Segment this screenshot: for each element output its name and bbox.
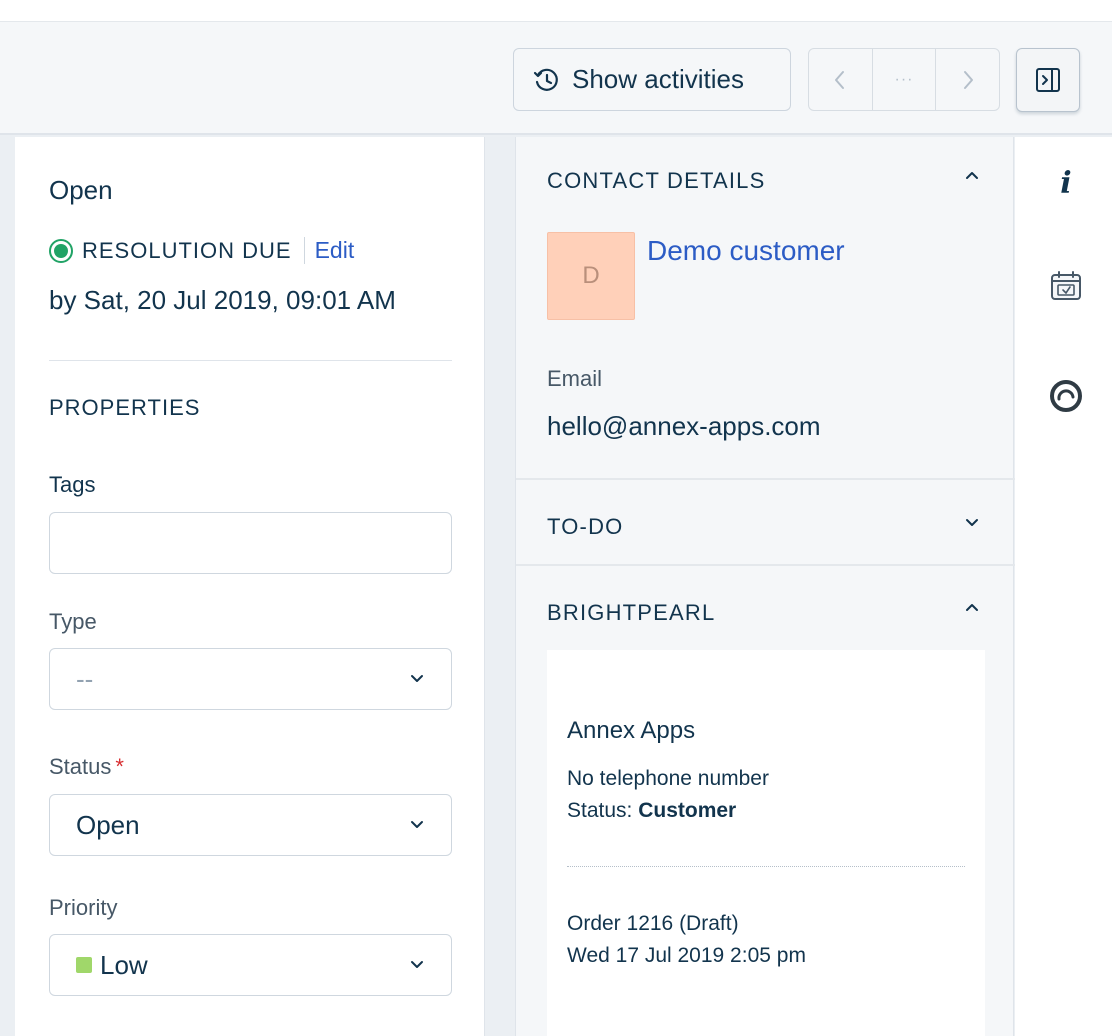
top-strip bbox=[0, 0, 1112, 22]
status-select[interactable]: Open bbox=[49, 794, 452, 856]
brightpearl-card: Annex Apps No telephone number Status: C… bbox=[547, 650, 985, 1036]
section-divider bbox=[516, 564, 1015, 566]
priority-value: Low bbox=[100, 949, 148, 980]
sidebar-collapse-icon bbox=[1036, 68, 1060, 92]
app-rail: i bbox=[1015, 137, 1112, 1036]
next-ticket-button[interactable] bbox=[936, 49, 999, 110]
contact-sidebar: CONTACT DETAILS D Demo customer Email he… bbox=[515, 137, 1015, 1036]
bp-status-label: Status: bbox=[567, 799, 639, 822]
brightpearl-icon[interactable] bbox=[1049, 379, 1083, 413]
bp-status-value: Customer bbox=[638, 799, 737, 822]
chevron-down-icon bbox=[411, 961, 423, 968]
bp-order-date: Wed 17 Jul 2019 2:05 pm bbox=[567, 944, 806, 967]
brightpearl-heading: BRIGHTPEARL bbox=[547, 600, 716, 625]
chevron-down-icon[interactable] bbox=[963, 513, 981, 531]
show-activities-label: Show activities bbox=[572, 64, 744, 94]
status-label-text: Status bbox=[49, 754, 112, 779]
contact-avatar: D bbox=[547, 232, 635, 320]
email-value: hello@annex-apps.com bbox=[547, 411, 821, 441]
more-tickets-button[interactable]: ··· bbox=[873, 49, 937, 110]
bp-company-name: Annex Apps bbox=[567, 717, 696, 744]
section-divider bbox=[516, 478, 1015, 480]
tags-input[interactable] bbox=[49, 512, 452, 574]
priority-label: Priority bbox=[49, 895, 118, 920]
dotted-divider bbox=[567, 866, 965, 867]
priority-color-swatch bbox=[76, 957, 92, 973]
resolution-status-icon bbox=[49, 238, 73, 263]
edit-due-link[interactable]: Edit bbox=[303, 237, 354, 264]
type-value: -- bbox=[76, 663, 94, 694]
type-label: Type bbox=[49, 609, 97, 634]
resolution-due-label: RESOLUTION DUE bbox=[82, 237, 292, 263]
chevron-right-icon bbox=[963, 70, 973, 89]
divider bbox=[49, 360, 452, 361]
toggle-sidebar-button[interactable] bbox=[1016, 48, 1080, 112]
info-icon[interactable]: i bbox=[1049, 166, 1083, 201]
chevron-up-icon[interactable] bbox=[963, 599, 981, 617]
chevron-up-icon[interactable] bbox=[963, 167, 981, 185]
activity-clock-icon bbox=[533, 68, 558, 91]
bp-status: Status: Customer bbox=[567, 799, 736, 823]
ticket-toolbar: Show activities ··· bbox=[0, 22, 1112, 135]
status-value: Open bbox=[76, 809, 140, 840]
priority-select[interactable]: Low bbox=[49, 934, 452, 996]
status-label: Status * bbox=[49, 754, 124, 780]
required-marker: * bbox=[115, 754, 124, 779]
ellipsis-icon: ··· bbox=[894, 70, 914, 88]
bp-phone: No telephone number bbox=[567, 767, 769, 790]
todo-heading[interactable]: TO-DO bbox=[547, 514, 623, 540]
chevron-left-icon bbox=[835, 70, 845, 89]
ticket-pager: ··· bbox=[808, 48, 1000, 111]
ticket-state-title: Open bbox=[49, 175, 113, 205]
ticket-properties-panel: Open RESOLUTION DUE Edit by Sat, 20 Jul … bbox=[15, 137, 485, 1036]
show-activities-button[interactable]: Show activities bbox=[513, 48, 791, 111]
tags-label: Tags bbox=[49, 472, 96, 497]
resolution-due-date: by Sat, 20 Jul 2019, 09:01 AM bbox=[49, 285, 396, 315]
chevron-down-icon bbox=[411, 821, 423, 828]
chevron-down-icon bbox=[411, 675, 423, 682]
email-label: Email bbox=[547, 366, 603, 391]
type-select[interactable]: -- bbox=[49, 648, 452, 710]
contact-name-link[interactable]: Demo customer bbox=[647, 235, 845, 267]
resolution-due-row: RESOLUTION DUE Edit bbox=[49, 237, 354, 264]
contact-details-heading: CONTACT DETAILS bbox=[547, 168, 766, 193]
previous-ticket-button[interactable] bbox=[809, 49, 873, 110]
bp-order: Order 1216 (Draft) bbox=[567, 912, 739, 935]
properties-heading: PROPERTIES bbox=[49, 395, 201, 420]
calendar-icon[interactable] bbox=[1049, 269, 1083, 303]
